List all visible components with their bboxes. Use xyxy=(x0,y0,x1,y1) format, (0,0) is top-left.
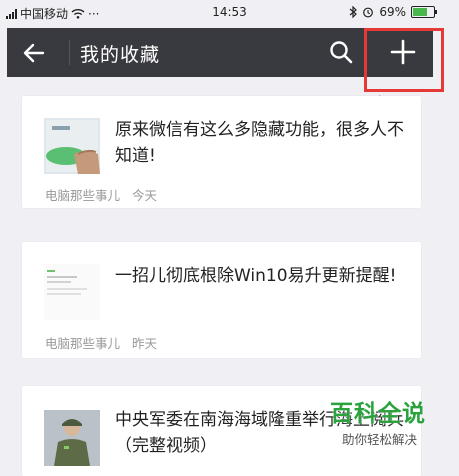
bluetooth-icon xyxy=(349,6,358,18)
favorite-item[interactable]: 原来微信有这么多隐藏功能，很多人不知道! 电脑那些事儿 今天 xyxy=(22,96,421,208)
article-date: 今天 xyxy=(132,188,158,203)
article-title: 一招儿彻底根除Win10易升更新提醒! xyxy=(115,266,397,286)
favorite-item[interactable]: 一招儿彻底根除Win10易升更新提醒! 电脑那些事儿 昨天 xyxy=(22,242,421,358)
watermark-name: 百科全说 xyxy=(330,401,426,427)
back-arrow-icon[interactable] xyxy=(21,40,47,66)
article-title: 原来微信有这么多隐藏功能，很多人不知道! xyxy=(115,120,404,166)
header-divider xyxy=(69,40,70,65)
search-icon[interactable] xyxy=(328,39,354,65)
article-source: 电脑那些事儿 xyxy=(45,336,121,351)
site-watermark: 百科全说 助你轻松解决 xyxy=(330,400,450,448)
article-source: 电脑那些事儿 xyxy=(45,188,121,203)
battery-icon xyxy=(411,6,437,18)
article-meta: 电脑那些事儿 今天 xyxy=(45,185,157,204)
status-right: 69% xyxy=(349,5,437,19)
article-date: 昨天 xyxy=(132,336,158,351)
watermark-slogan: 助你轻松解决 xyxy=(342,432,418,447)
article-thumbnail xyxy=(44,410,100,466)
alarm-icon xyxy=(363,7,374,18)
article-thumbnail xyxy=(44,264,100,320)
annotation-highlight-box xyxy=(364,28,444,92)
article-thumbnail xyxy=(44,118,100,174)
article-meta: 电脑那些事儿 昨天 xyxy=(45,333,157,352)
battery-percent: 69% xyxy=(379,5,406,19)
page-title: 我的收藏 xyxy=(80,44,161,66)
status-bar: 中国移动 ··· 14:53 69% xyxy=(0,0,459,26)
